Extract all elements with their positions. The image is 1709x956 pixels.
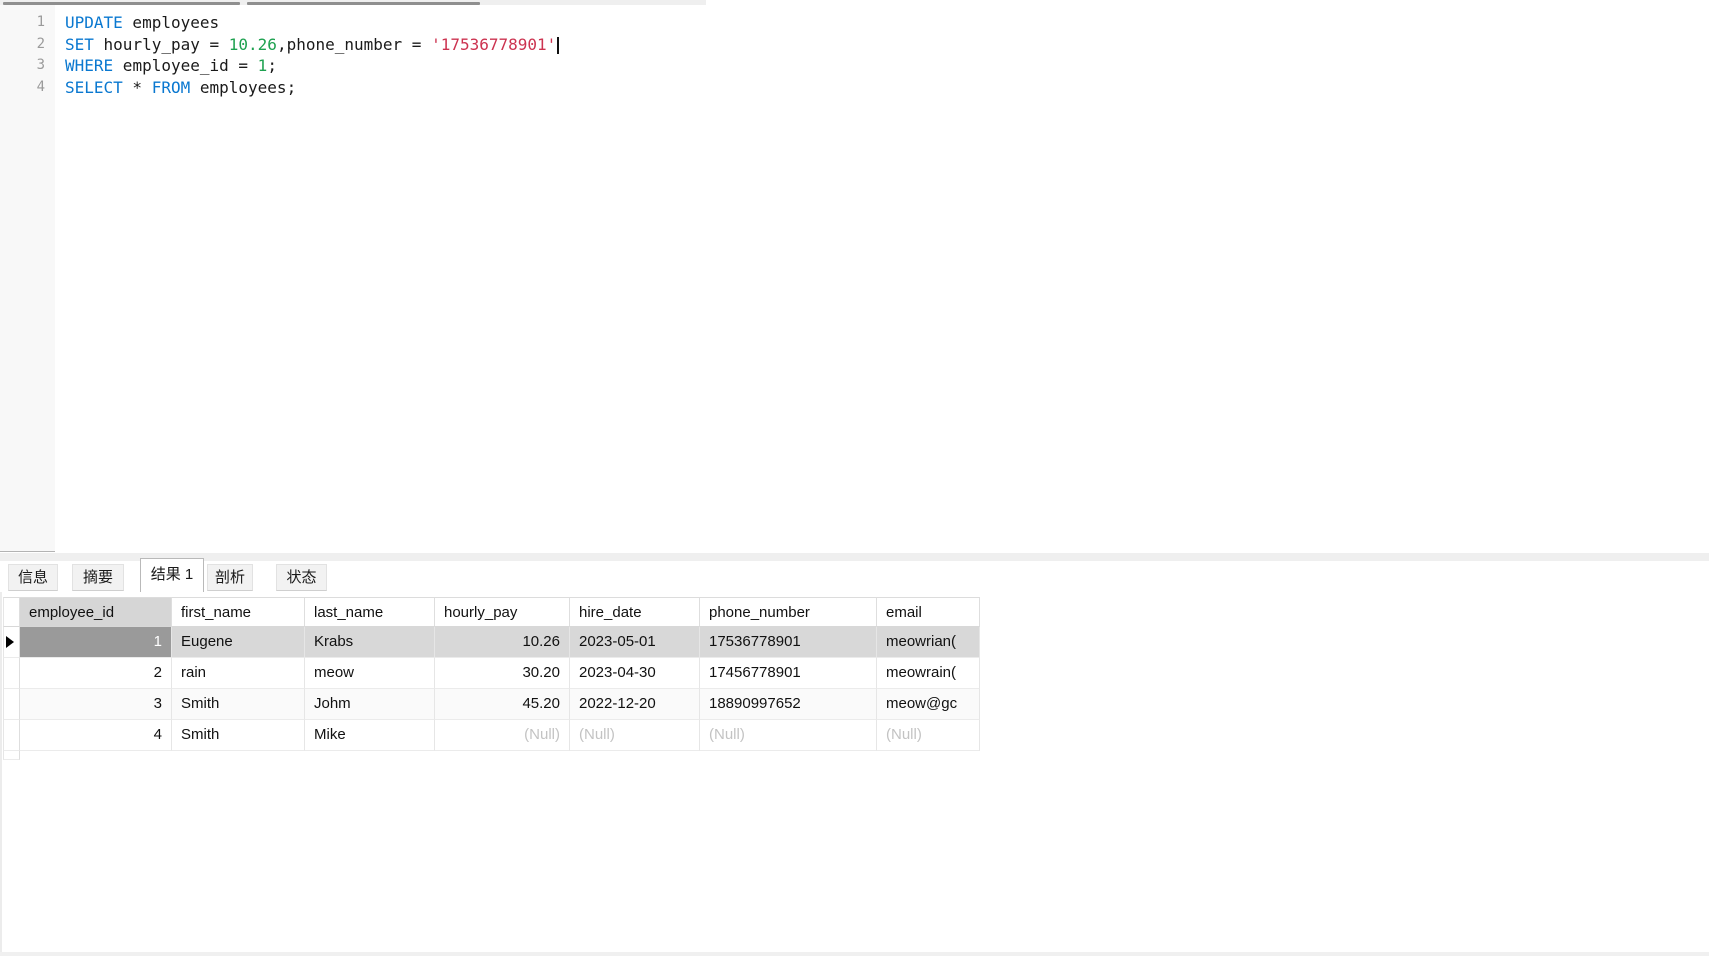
sql-editor[interactable]: 1234 UPDATE employeesSET hourly_pay = 10…: [0, 5, 1709, 553]
cell-last_name[interactable]: Johm: [305, 689, 435, 720]
cell-last_name[interactable]: Mike: [305, 720, 435, 751]
cell-hire_date[interactable]: 2023-05-01: [570, 627, 700, 658]
sql-code[interactable]: UPDATE employeesSET hourly_pay = 10.26,p…: [65, 12, 559, 98]
sql-token-kw: SET: [65, 35, 94, 54]
line-number: 2: [7, 34, 45, 56]
sql-token-kw: UPDATE: [65, 13, 123, 32]
results-tab-4[interactable]: 剖析: [207, 564, 253, 591]
cell-hire_date[interactable]: (Null): [570, 720, 700, 751]
sql-token-kw: WHERE: [65, 56, 113, 75]
cell-email[interactable]: meowrain(: [877, 658, 980, 689]
cell-employee_id[interactable]: 4: [20, 720, 172, 751]
sql-token-num: 10.26: [229, 35, 277, 54]
sql-token-str: '17536778901': [431, 35, 556, 54]
line-number: 4: [7, 77, 45, 99]
column-header-employee_id[interactable]: employee_id: [20, 597, 172, 627]
column-header-hourly_pay[interactable]: hourly_pay: [435, 597, 570, 627]
sql-token-plain: employees: [123, 13, 219, 32]
cell-hire_date[interactable]: 2023-04-30: [570, 658, 700, 689]
cell-first_name[interactable]: Smith: [172, 720, 305, 751]
cell-hourly_pay[interactable]: (Null): [435, 720, 570, 751]
column-header-hire_date[interactable]: hire_date: [570, 597, 700, 627]
current-row-arrow-icon: [6, 636, 14, 648]
row-marker-cell[interactable]: [3, 658, 20, 689]
code-line: SELECT * FROM employees;: [65, 77, 559, 99]
cell-last_name[interactable]: meow: [305, 658, 435, 689]
cell-hourly_pay[interactable]: 10.26: [435, 627, 570, 658]
cell-email[interactable]: meow@gc: [877, 689, 980, 720]
row-marker-cell[interactable]: [3, 689, 20, 720]
cell-first_name[interactable]: rain: [172, 658, 305, 689]
row-marker-cell[interactable]: [3, 751, 20, 760]
cell-email[interactable]: (Null): [877, 720, 980, 751]
results-tab-1[interactable]: 信息: [8, 564, 58, 591]
cell-phone_number[interactable]: 17536778901: [700, 627, 877, 658]
column-header-last_name[interactable]: last_name: [305, 597, 435, 627]
column-header-first_name[interactable]: first_name: [172, 597, 305, 627]
cell-phone_number[interactable]: (Null): [700, 720, 877, 751]
row-marker-cell[interactable]: [3, 720, 20, 751]
cell-hourly_pay[interactable]: 30.20: [435, 658, 570, 689]
cell-last_name[interactable]: Krabs: [305, 627, 435, 658]
results-tab-bar: 信息摘要结果 1剖析状态: [0, 561, 1709, 592]
header-corner-cell[interactable]: [3, 597, 20, 627]
cell-employee_id[interactable]: 1: [20, 627, 172, 658]
sql-token-plain: employees;: [190, 78, 296, 97]
results-tab-2[interactable]: 摘要: [72, 564, 124, 591]
row-marker-cell[interactable]: [3, 627, 20, 658]
cell-first_name[interactable]: Eugene: [172, 627, 305, 658]
sql-token-plain: employee_id =: [113, 56, 258, 75]
window-bottom-edge: [0, 952, 1709, 956]
results-tab-5[interactable]: 状态: [276, 564, 327, 591]
editor-results-splitter[interactable]: [0, 553, 1709, 561]
column-header-email[interactable]: email: [877, 597, 980, 627]
sql-token-num: 1: [258, 56, 268, 75]
cell-phone_number[interactable]: 17456778901: [700, 658, 877, 689]
line-number-gutter: 1234: [0, 5, 55, 552]
line-number: 1: [7, 12, 45, 34]
cell-first_name[interactable]: Smith: [172, 689, 305, 720]
sql-token-kw: SELECT: [65, 78, 123, 97]
cell-hourly_pay[interactable]: 45.20: [435, 689, 570, 720]
sql-token-plain: ;: [267, 56, 277, 75]
text-caret: [557, 37, 559, 54]
code-line: WHERE employee_id = 1;: [65, 55, 559, 77]
sql-token-plain: hourly_pay =: [94, 35, 229, 54]
code-line: UPDATE employees: [65, 12, 559, 34]
results-tab-3-active[interactable]: 结果 1: [140, 558, 204, 592]
cell-email[interactable]: meowrian(: [877, 627, 980, 658]
cell-employee_id[interactable]: 2: [20, 658, 172, 689]
cell-hire_date[interactable]: 2022-12-20: [570, 689, 700, 720]
cell-phone_number[interactable]: 18890997652: [700, 689, 877, 720]
code-line: SET hourly_pay = 10.26,phone_number = '1…: [65, 34, 559, 56]
sql-token-plain: *: [123, 78, 152, 97]
line-number: 3: [7, 55, 45, 77]
sql-token-kw: FROM: [152, 78, 191, 97]
cell-employee_id[interactable]: 3: [20, 689, 172, 720]
sql-token-plain: ,phone_number =: [277, 35, 431, 54]
column-header-phone_number[interactable]: phone_number: [700, 597, 877, 627]
